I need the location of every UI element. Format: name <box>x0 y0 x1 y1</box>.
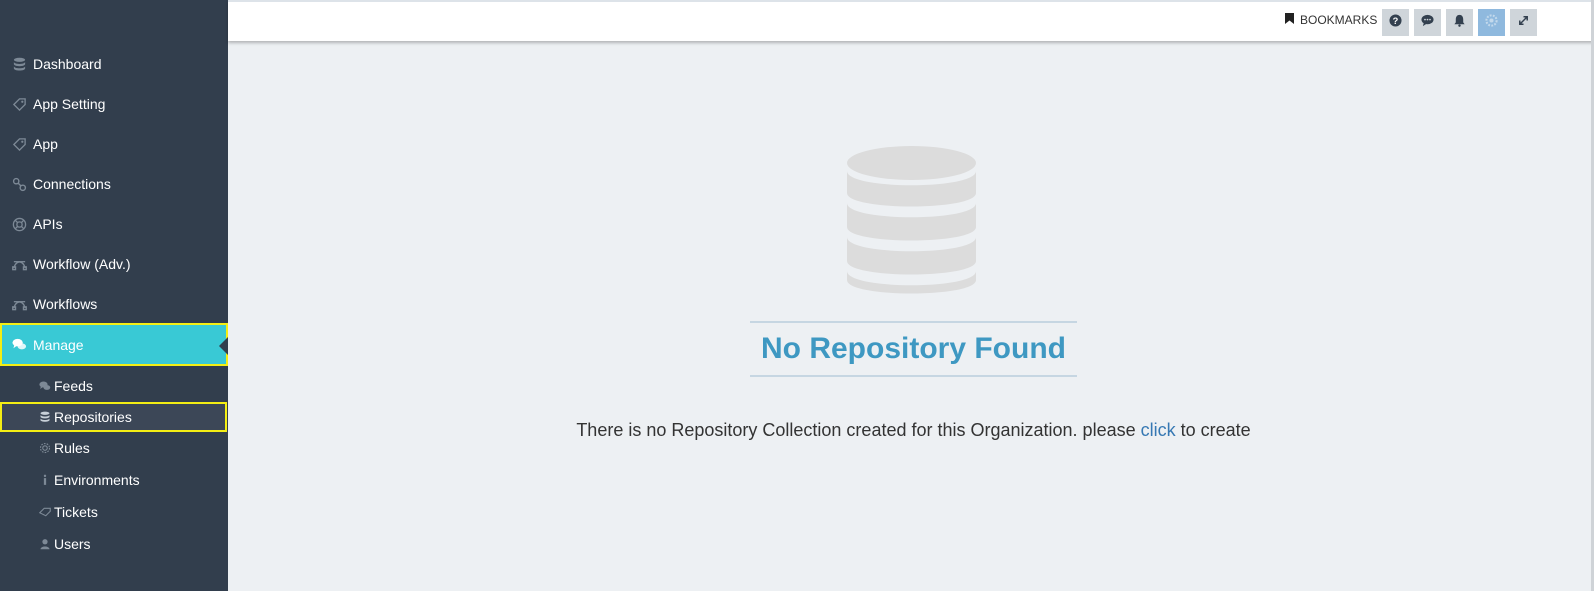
submenu-item-feeds[interactable]: Feeds <box>0 370 228 402</box>
top-navbar: BOOKMARKS ⌵ ? <box>228 0 1594 41</box>
submenu-item-label: Rules <box>54 440 90 456</box>
sidebar-item-label: Workflow (Adv.) <box>33 256 131 272</box>
sidebar-item-dashboard[interactable]: Dashboard <box>0 44 228 84</box>
sidebar-item-label: App <box>33 136 58 152</box>
submenu-item-label: Repositories <box>54 409 132 425</box>
submenu-item-rules[interactable]: Rules <box>0 432 228 464</box>
lifebuoy-icon <box>11 216 27 232</box>
empty-message-suffix: to create <box>1180 420 1251 440</box>
fullscreen-button[interactable] <box>1510 9 1537 36</box>
help-icon: ? <box>1389 13 1402 32</box>
expand-icon <box>1517 14 1530 32</box>
bookmarks-dropdown[interactable]: BOOKMARKS ⌵ <box>1285 13 1389 27</box>
sidebar: Dashboard App Setting App Connections AP… <box>0 0 228 591</box>
submenu-item-repositories[interactable]: Repositories <box>0 402 227 432</box>
bookmarks-label: BOOKMARKS <box>1300 13 1378 27</box>
sidebar-item-label: Dashboard <box>33 56 102 72</box>
submenu-item-label: Feeds <box>54 378 93 394</box>
submenu-item-label: Environments <box>54 472 140 488</box>
link-icon <box>11 176 27 192</box>
sidebar-item-workflow-adv[interactable]: Workflow (Adv.) <box>0 244 228 284</box>
sidebar-item-apis[interactable]: APIs <box>0 204 228 244</box>
sidebar-item-label: Manage <box>33 336 84 353</box>
sidebar-item-app-setting[interactable]: App Setting <box>0 84 228 124</box>
sidebar-item-label: App Setting <box>33 96 106 112</box>
empty-state-message: There is no Repository Collection create… <box>400 420 1427 441</box>
sidebar-item-connections[interactable]: Connections <box>0 164 228 204</box>
submenu-item-tickets[interactable]: Tickets <box>0 496 228 528</box>
chat-button[interactable] <box>1414 9 1441 36</box>
sidebar-item-label: Workflows <box>33 296 98 312</box>
settings-button[interactable] <box>1478 9 1505 36</box>
database-icon <box>846 145 977 298</box>
database-icon <box>38 410 52 424</box>
chat-icon <box>1421 14 1434 32</box>
database-icon <box>11 56 27 72</box>
svg-text:?: ? <box>1393 15 1399 25</box>
bell-icon <box>1453 14 1466 32</box>
empty-message-text: There is no Repository Collection create… <box>576 420 1136 440</box>
ticket-icon <box>38 505 52 519</box>
sidebar-item-label: APIs <box>33 216 63 232</box>
submenu-item-users[interactable]: Users <box>0 528 228 560</box>
bookmark-icon <box>1285 13 1300 27</box>
comments-icon <box>11 337 27 353</box>
bezier-icon <box>11 296 27 312</box>
submenu-item-environments[interactable]: Environments <box>0 464 228 496</box>
info-icon <box>38 473 52 487</box>
help-button[interactable]: ? <box>1382 9 1409 36</box>
sidebar-item-app[interactable]: App <box>0 124 228 164</box>
manage-submenu: Feeds Repositories Rules Environments Ti… <box>0 370 228 560</box>
bezier-icon <box>11 256 27 272</box>
tag-icon <box>11 96 27 112</box>
settings-icon <box>1485 13 1498 32</box>
comments-icon <box>38 379 52 393</box>
tag-icon <box>11 136 27 152</box>
user-icon <box>38 537 52 551</box>
create-repository-link[interactable]: click <box>1141 420 1176 440</box>
gear-icon <box>38 441 52 455</box>
submenu-item-label: Users <box>54 536 91 552</box>
sidebar-nav: Dashboard App Setting App Connections AP… <box>0 44 228 560</box>
sidebar-item-label: Connections <box>33 176 111 192</box>
notifications-button[interactable] <box>1446 9 1473 36</box>
submenu-item-label: Tickets <box>54 504 98 520</box>
empty-state-title: No Repository Found <box>750 321 1077 377</box>
sidebar-item-manage[interactable]: Manage <box>0 323 228 366</box>
sidebar-item-workflows[interactable]: Workflows <box>0 284 228 324</box>
